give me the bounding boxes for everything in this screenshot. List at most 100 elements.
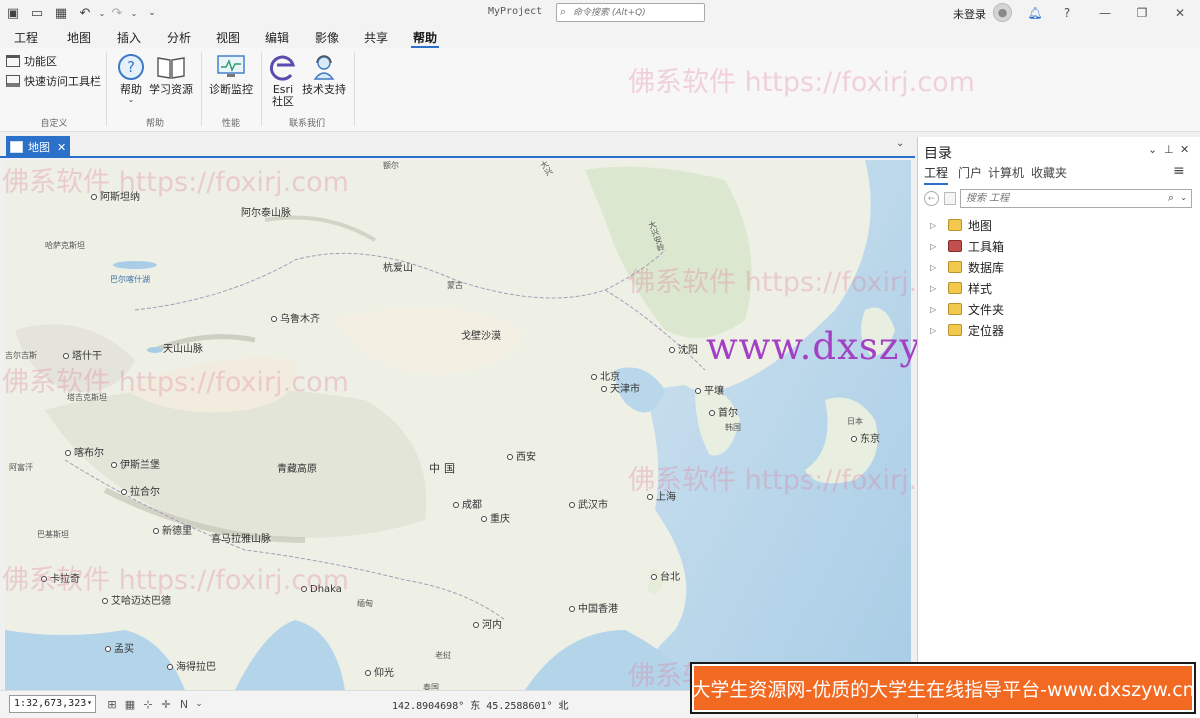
map-label: 乌鲁木齐	[271, 310, 320, 325]
expand-arrow-icon[interactable]: ▷	[930, 305, 940, 314]
expand-arrow-icon[interactable]: ▷	[930, 221, 940, 230]
grid-icon[interactable]: ▦	[123, 697, 137, 711]
restore-icon[interactable]: ❐	[1132, 3, 1152, 22]
map-label: 吉尔吉斯	[5, 351, 37, 360]
snapping-icon[interactable]: ⊹	[141, 697, 155, 711]
customize-qat-icon[interactable]: ⌄	[143, 4, 161, 22]
group-divider	[106, 52, 107, 126]
tab-help[interactable]: 帮助	[411, 29, 440, 48]
map-label: 艾哈迈达巴德	[102, 592, 171, 607]
expand-arrow-icon[interactable]: ▷	[930, 242, 940, 251]
sign-in-status[interactable]: 未登录	[953, 6, 986, 22]
command-search[interactable]: ⌕	[556, 3, 705, 22]
filter-icon[interactable]	[944, 192, 956, 205]
map-view-tab[interactable]: 地图 ✕	[6, 136, 70, 158]
catalog-item-maps[interactable]: ▷ 地图	[930, 216, 992, 234]
catalog-tab-favorites[interactable]: 收藏夹	[1031, 164, 1067, 183]
help-icon[interactable]: ?	[1057, 3, 1077, 22]
catalog-search-input[interactable]	[966, 192, 1156, 205]
minimize-icon[interactable]: —	[1095, 3, 1115, 22]
avatar[interactable]: ●	[993, 3, 1012, 22]
tab-edit[interactable]: 编辑	[263, 29, 291, 48]
support-agent-icon	[309, 52, 339, 82]
tab-analysis[interactable]: 分析	[165, 29, 193, 48]
command-search-input[interactable]	[573, 6, 701, 19]
esri-community-button[interactable]: Esri 社区	[266, 52, 300, 108]
catalog-tab-computer[interactable]: 计算机	[988, 164, 1024, 183]
redo-icon[interactable]: ↷	[108, 4, 126, 22]
redo-dropdown-icon[interactable]: ⌄	[125, 4, 143, 22]
map-label: 额尔	[383, 161, 399, 170]
map-label: 孟买	[105, 640, 134, 655]
catalog-pane: 目录 ⌄ ⊥ ✕ 工程 门户 计算机 收藏夹 ≡ ← ⌕ ⌄ ▷ 地图 ▷ 工具…	[917, 137, 1200, 718]
new-project-icon[interactable]: ▣	[4, 4, 22, 22]
pin-icon[interactable]: ⊥	[1164, 143, 1174, 156]
catalog-item-toolboxes[interactable]: ▷ 工具箱	[930, 237, 1004, 255]
catalog-item-label: 地图	[968, 218, 993, 233]
maps-folder-icon	[948, 219, 962, 231]
map-label: 卡拉奇	[41, 570, 80, 585]
map-label: 塔什干	[63, 347, 102, 362]
expand-arrow-icon[interactable]: ▷	[930, 284, 940, 293]
catalog-item-folders[interactable]: ▷ 文件夹	[930, 300, 1004, 318]
esri-community-icon	[268, 52, 298, 82]
coordinate-readout: 142.8904698° 东 45.2588601° 北	[392, 701, 569, 712]
chevron-down-icon[interactable]: ⌄	[192, 697, 206, 711]
view-tabstrip: 地图 ✕ ⌄	[0, 133, 915, 158]
catalog-item-styles[interactable]: ▷ 样式	[930, 279, 992, 297]
customize-ribbon-button[interactable]: 功能区	[6, 53, 57, 69]
catalog-item-databases[interactable]: ▷ 数据库	[930, 258, 1004, 276]
map-label: 喜马拉雅山脉	[211, 534, 271, 545]
expand-arrow-icon[interactable]: ▷	[930, 326, 940, 335]
diagnostic-monitor-button[interactable]: 诊断监控	[207, 52, 255, 96]
fixed-zoom-icon[interactable]: ⊞	[105, 697, 119, 711]
menu-icon[interactable]: ≡	[1173, 163, 1185, 179]
undo-icon[interactable]: ↶	[76, 4, 94, 22]
chevron-down-icon[interactable]: ⌄	[896, 138, 904, 149]
tab-imagery[interactable]: 影像	[313, 29, 341, 48]
ribbon: 功能区 快速访问工具栏 自定义 ? 帮助 ⌄ 学习资源 帮助 诊断监控 性能 E…	[0, 48, 1200, 176]
technical-support-button[interactable]: 技术支持	[301, 52, 347, 96]
group-label-customize: 自定义	[40, 119, 68, 129]
crosshair-icon[interactable]: ✛	[159, 697, 173, 711]
learning-resources-button[interactable]: 学习资源	[148, 52, 194, 96]
search-icon[interactable]: ⌕	[1168, 191, 1174, 205]
toolbox-icon	[948, 240, 962, 252]
title-bar: ▣ ▭ ▦ ↶ ⌄ ↷ ⌄ ⌄ MyProject ⌕ 未登录 ● 🔔︎ ? —…	[0, 0, 1200, 26]
back-arrow-icon[interactable]: ←	[924, 191, 939, 206]
chevron-down-icon[interactable]: ⌄	[554, 697, 568, 711]
chevron-down-icon[interactable]: ⌄	[1180, 193, 1187, 202]
map-label: 首尔	[709, 404, 738, 419]
chevron-down-icon[interactable]: ⌄	[1148, 143, 1157, 156]
north-arrow-icon[interactable]: N	[177, 697, 191, 711]
scale-selector[interactable]: 1:32,673,323 ▾	[9, 695, 96, 713]
map-label: 缅甸	[357, 599, 373, 608]
map-label: 天山山脉	[163, 344, 203, 355]
tab-map[interactable]: 地图	[65, 29, 93, 48]
tab-insert[interactable]: 插入	[115, 29, 143, 48]
map-label: 老挝	[435, 651, 451, 660]
catalog-item-locators[interactable]: ▷ 定位器	[930, 321, 1004, 339]
close-window-icon[interactable]: ✕	[1170, 3, 1190, 22]
catalog-tab-project[interactable]: 工程	[924, 164, 949, 185]
close-tab-icon[interactable]: ✕	[57, 141, 66, 154]
help-button[interactable]: ? 帮助 ⌄	[114, 52, 148, 104]
save-icon[interactable]: ▦	[52, 4, 70, 22]
customize-qat-button[interactable]: 快速访问工具栏	[6, 73, 101, 89]
map-label: 成都	[453, 496, 482, 511]
group-label-performance: 性能	[221, 119, 240, 129]
open-folder-icon[interactable]: ▭	[28, 4, 46, 22]
tab-project[interactable]: 工程	[12, 29, 40, 48]
map-view[interactable]: 阿斯坦纳 阿尔泰山脉 哈萨克斯坦 巴尔喀什湖 杭爱山 蒙古 乌鲁木齐 戈壁沙漠 …	[5, 160, 911, 690]
chevron-down-icon: ▾	[87, 698, 92, 707]
expand-arrow-icon[interactable]: ▷	[930, 263, 940, 272]
map-label: 蒙古	[447, 281, 463, 290]
catalog-tab-portal[interactable]: 门户	[958, 164, 982, 183]
close-icon[interactable]: ✕	[1180, 143, 1189, 156]
tab-share[interactable]: 共享	[362, 29, 390, 48]
monitor-icon	[216, 52, 246, 82]
catalog-item-label: 文件夹	[968, 302, 1005, 317]
tab-view[interactable]: 视图	[214, 29, 242, 48]
catalog-search[interactable]: ⌕ ⌄	[960, 189, 1192, 208]
notification-bell-icon[interactable]: 🔔︎	[1025, 3, 1045, 22]
